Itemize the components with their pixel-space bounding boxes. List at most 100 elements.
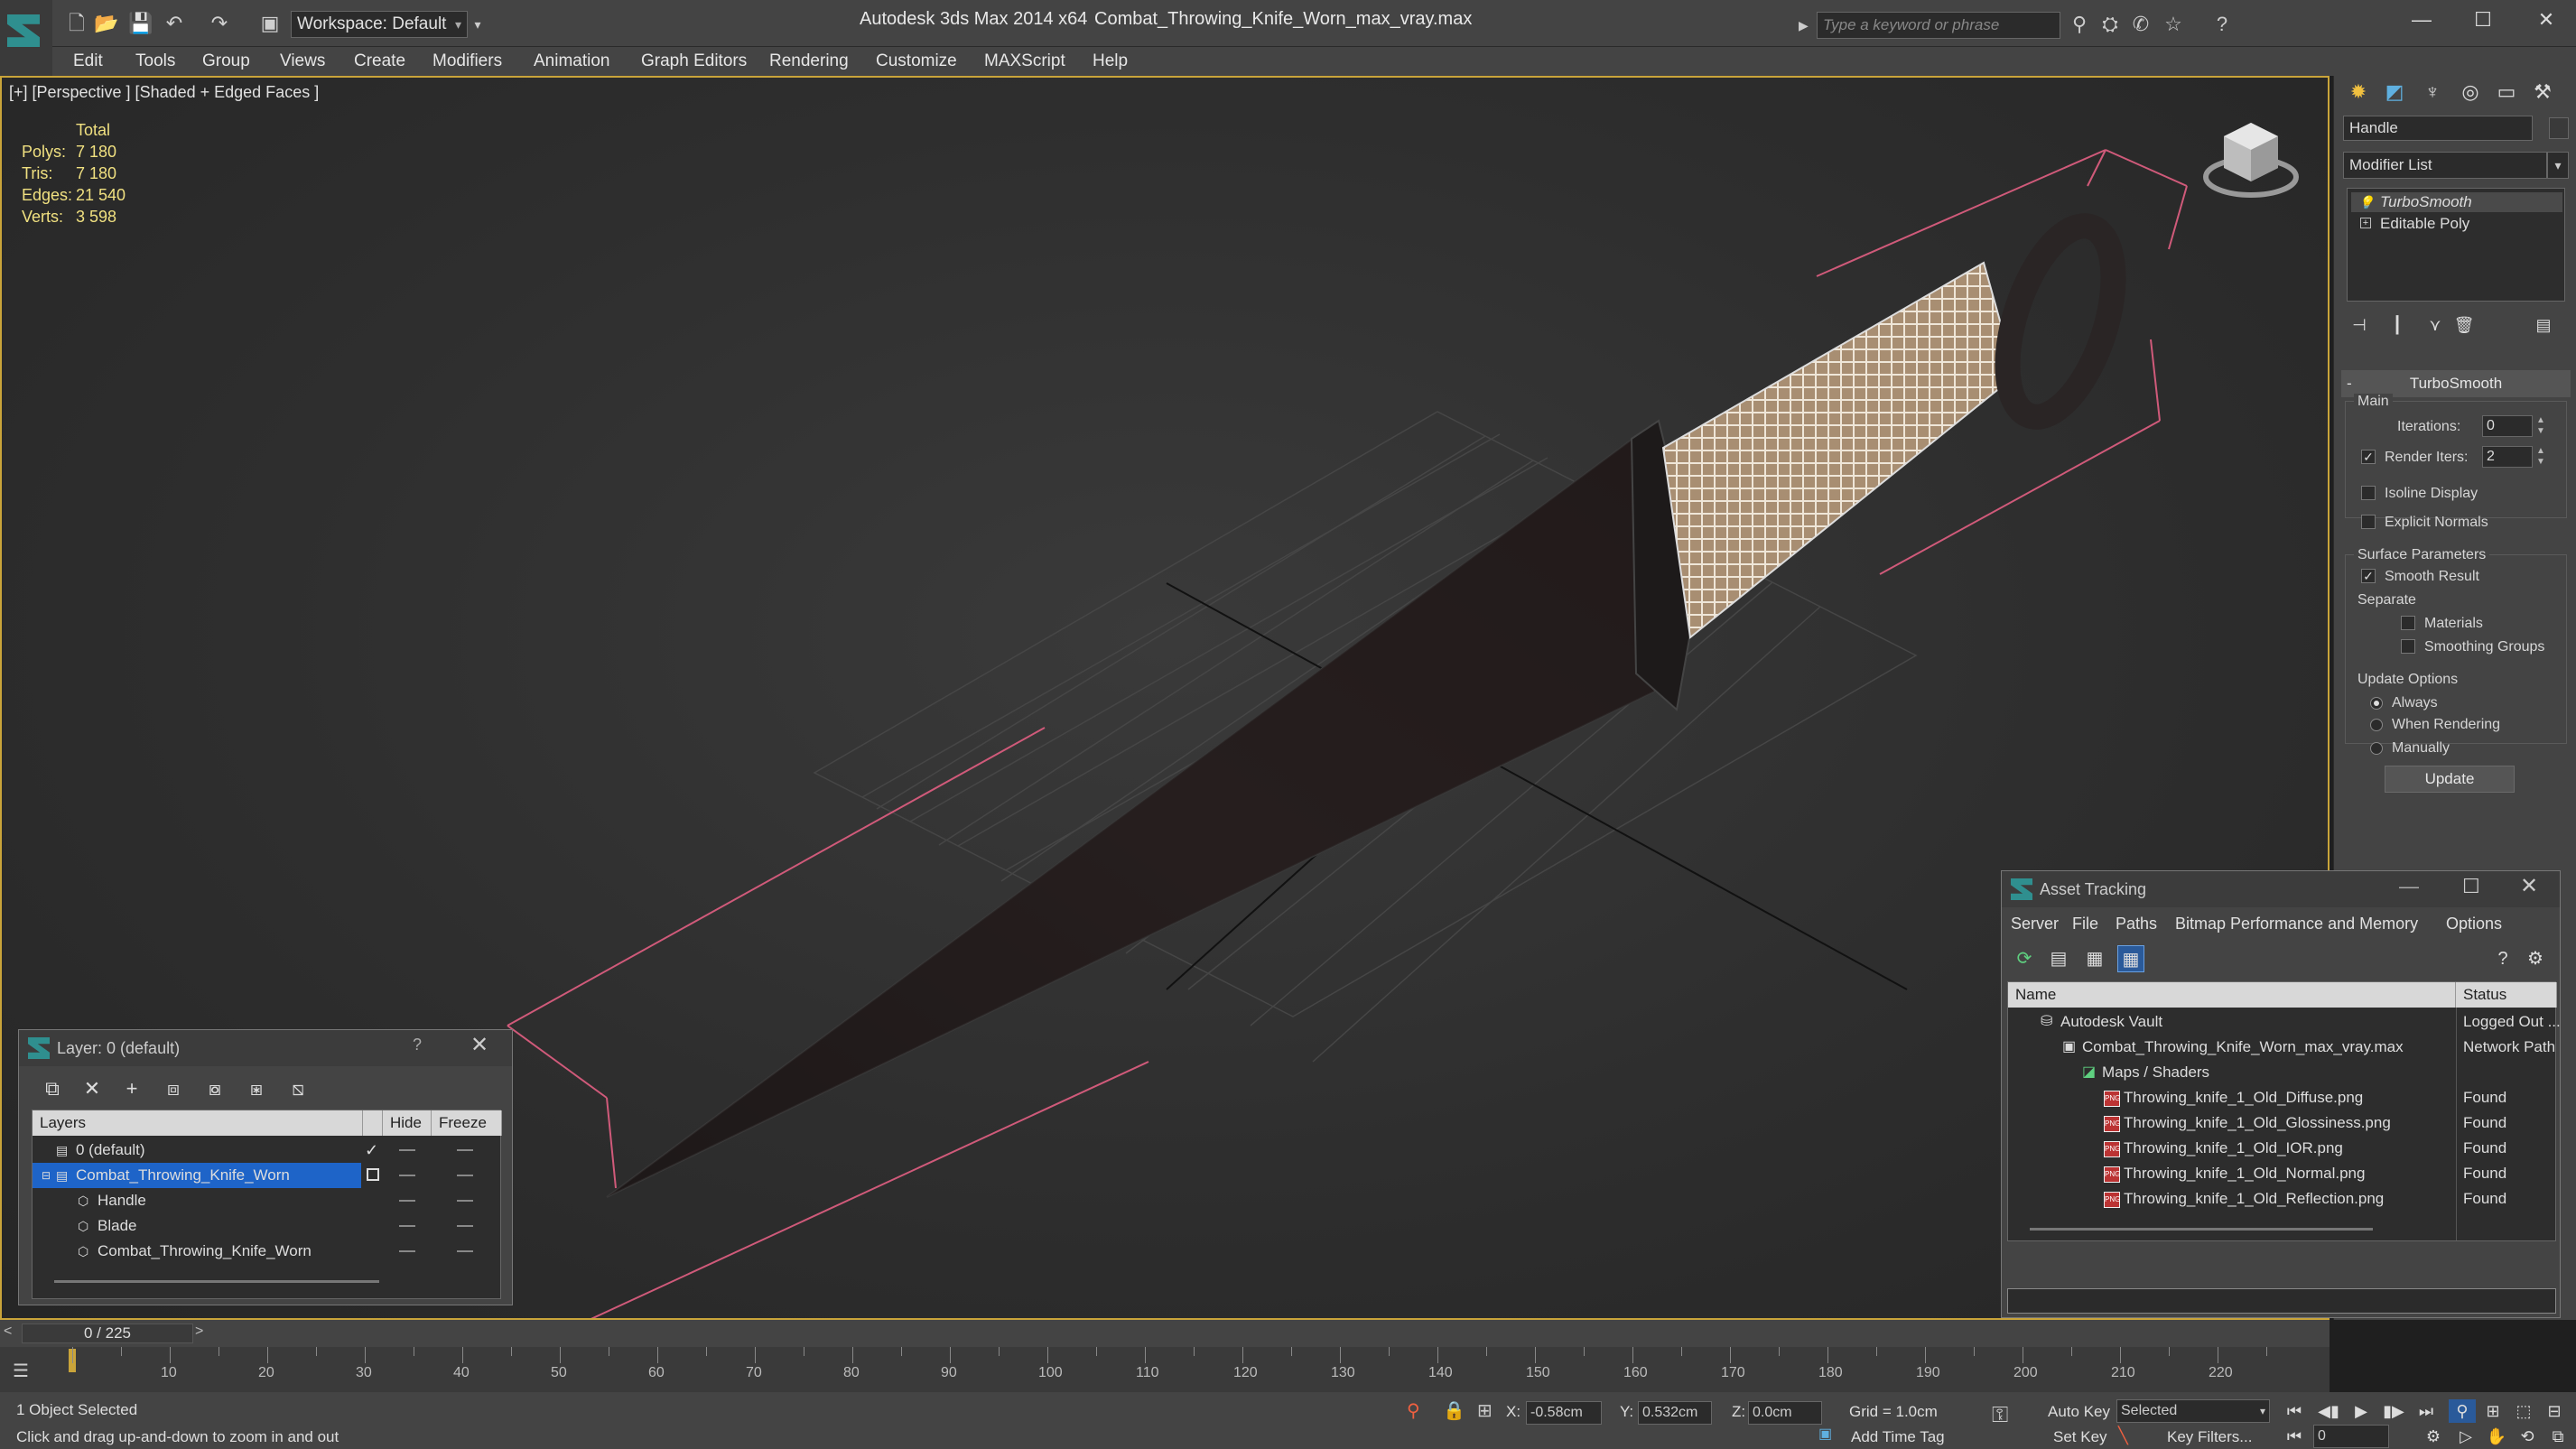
pan-view-icon[interactable]: ✋ — [2483, 1425, 2510, 1448]
zoom-all-icon[interactable]: ⊞ — [2479, 1399, 2506, 1423]
asset-row[interactable]: PNG Throwing_knife_1_Old_Reflection.png … — [2008, 1186, 2557, 1212]
hide-toggle[interactable] — [399, 1200, 415, 1202]
col-name[interactable]: Name — [2008, 982, 2456, 1008]
search-input[interactable]: Type a keyword or phrase — [1817, 12, 2060, 39]
asset-row[interactable]: PNG Throwing_knife_1_Old_Glossiness.png … — [2008, 1110, 2557, 1136]
configure-sets-icon[interactable]: ▤ — [2531, 312, 2556, 338]
menu-rendering[interactable]: Rendering — [769, 47, 849, 76]
current-frame-field[interactable]: 0 — [2313, 1425, 2389, 1448]
explicit-normals-checkbox[interactable] — [2361, 515, 2376, 529]
freeze-toggle[interactable] — [457, 1225, 473, 1227]
hide-all-icon[interactable]: ⧆ — [243, 1075, 270, 1102]
refresh-icon[interactable]: ⟳ — [2011, 945, 2038, 972]
track-bar[interactable]: ☰ 10 20 30 40 50 60 70 80 90 100 110 120 130 140 150 16… — [0, 1347, 2330, 1392]
spinner-arrows-icon[interactable]: ▲ ▼ — [2534, 415, 2547, 437]
close-icon[interactable]: ✕ — [470, 1032, 488, 1058]
search-expand-icon[interactable]: ▶ — [1799, 13, 1815, 38]
asset-row[interactable]: ⛁ Autodesk Vault Logged Out ... — [2008, 1009, 2561, 1035]
freeze-toggle[interactable] — [457, 1250, 473, 1252]
menu-edit[interactable]: Edit — [73, 47, 103, 76]
lightbulb-icon[interactable]: 💡 — [2358, 192, 2374, 212]
delete-layer-icon[interactable]: ✕ — [79, 1075, 106, 1102]
zoom-extents-all-icon[interactable]: ⊟ — [2541, 1399, 2568, 1423]
spinner-arrows-icon[interactable]: ▲ ▼ — [2534, 446, 2547, 468]
set-current-box[interactable] — [367, 1168, 379, 1181]
freeze-toggle[interactable] — [457, 1175, 473, 1176]
binoculars-icon[interactable]: ⚲ — [2066, 11, 2093, 38]
show-end-result-icon[interactable]: ┃ — [2385, 312, 2410, 338]
menu-group[interactable]: Group — [202, 47, 250, 76]
render-iters-spinner[interactable]: 2 — [2482, 446, 2533, 468]
isoline-display-checkbox[interactable] — [2361, 486, 2376, 500]
vault-settings-icon[interactable]: ⚙ — [2522, 945, 2549, 972]
z-coordinate-field[interactable]: 0.0cm — [1748, 1401, 1822, 1425]
orbit-icon[interactable]: ⟲ — [2514, 1425, 2541, 1448]
pin-stack-icon[interactable]: ⊣ — [2347, 312, 2372, 338]
layer-row[interactable]: ⊟ ▤ Combat_Throwing_Knife_Worn — [33, 1163, 502, 1188]
horizontal-scrollbar[interactable] — [54, 1280, 379, 1283]
layer-dialog-title[interactable]: Layer: 0 (default) — [19, 1030, 512, 1066]
layer-row[interactable]: ▤ 0 (default) ✓ — [33, 1138, 502, 1163]
layer-row[interactable]: ⬡ Handle — [33, 1188, 502, 1213]
update-button[interactable]: Update — [2385, 766, 2515, 793]
go-to-end-icon[interactable]: ⏭ — [2413, 1399, 2440, 1423]
col-freeze[interactable]: Freeze — [432, 1110, 502, 1136]
menu-bitmap-performance[interactable]: Bitmap Performance and Memory — [2175, 915, 2418, 933]
help-button[interactable]: ? — [413, 1036, 422, 1054]
hierarchy-tab-icon[interactable]: ♆ — [2415, 76, 2450, 108]
maximize-button[interactable]: ☐ — [2462, 875, 2480, 898]
iterations-spinner[interactable]: 0 — [2482, 415, 2533, 437]
hide-toggle[interactable] — [399, 1175, 415, 1176]
horizontal-scrollbar[interactable] — [2030, 1228, 2373, 1231]
selection-lock-icon[interactable]: 🔒 — [1443, 1399, 1465, 1422]
save-file-icon[interactable]: 💾 — [128, 13, 153, 34]
make-unique-icon[interactable]: ⋎ — [2423, 312, 2448, 338]
collapse-icon[interactable]: ⊟ — [42, 1163, 51, 1188]
app-menu-button[interactable] — [0, 0, 52, 81]
zoom-extents-icon[interactable]: ⬚ — [2510, 1399, 2537, 1423]
menu-customize[interactable]: Customize — [876, 47, 957, 76]
menu-paths[interactable]: Paths — [2116, 915, 2157, 933]
menu-options[interactable]: Options — [2446, 915, 2502, 933]
col-status[interactable]: Status — [2456, 982, 2557, 1008]
set-key-mode-icon[interactable]: ⚿ — [1992, 1403, 2008, 1428]
asset-row[interactable]: ▣ Combat_Throwing_Knife_Worn_max_vray.ma… — [2008, 1035, 2557, 1060]
x-coordinate-field[interactable]: -0.58cm — [1526, 1401, 1602, 1425]
hide-toggle[interactable] — [399, 1225, 415, 1227]
next-frame-icon[interactable]: > — [195, 1324, 203, 1340]
time-slider-thumb[interactable]: 0 / 225 — [22, 1324, 193, 1343]
object-name-field[interactable]: Handle — [2343, 116, 2533, 141]
close-icon[interactable]: ✕ — [2520, 873, 2538, 899]
menu-animation[interactable]: Animation — [534, 47, 610, 76]
key-mode-toggle-icon[interactable]: ⏮ — [2281, 1425, 2308, 1448]
materials-checkbox[interactable] — [2401, 616, 2415, 630]
modifier-list-dropdown[interactable]: Modifier List — [2343, 152, 2547, 179]
menu-server[interactable]: Server — [2011, 915, 2059, 933]
chevron-down-icon[interactable]: ▾ — [2547, 152, 2569, 179]
quick-access-more-icon[interactable]: ▾ — [470, 11, 486, 38]
workspace-dropdown[interactable]: Workspace: Default ▾ — [291, 11, 468, 38]
absolute-mode-icon[interactable]: ⊞ — [1477, 1399, 1493, 1422]
redo-icon[interactable]: ↷ — [208, 13, 231, 34]
smooth-result-checkbox[interactable]: ✓ — [2361, 569, 2376, 583]
freeze-toggle[interactable] — [457, 1149, 473, 1151]
col-layers[interactable]: Layers — [33, 1110, 363, 1136]
field-of-view-icon[interactable]: ▷ — [2452, 1425, 2479, 1448]
smoothing-groups-checkbox[interactable] — [2401, 639, 2415, 654]
menu-views[interactable]: Views — [280, 47, 325, 76]
menu-maxscript[interactable]: MAXScript — [984, 47, 1065, 76]
asset-row[interactable]: PNG Throwing_knife_1_Old_Normal.png Foun… — [2008, 1161, 2557, 1186]
add-to-layer-icon[interactable]: + — [118, 1075, 145, 1102]
menu-tools[interactable]: Tools — [135, 47, 175, 76]
table-view-icon[interactable]: ▦ — [2117, 945, 2144, 972]
menu-modifiers[interactable]: Modifiers — [432, 47, 502, 76]
create-tab-icon[interactable]: ✹ — [2341, 76, 2376, 108]
vault-help-icon[interactable]: ? — [2489, 945, 2516, 972]
menu-file[interactable]: File — [2072, 915, 2098, 933]
manually-radio[interactable] — [2370, 742, 2383, 755]
highlight-layer-icon[interactable]: ⧇ — [201, 1075, 228, 1102]
subscription-icon[interactable]: ⛭ — [2097, 11, 2124, 38]
set-key-button[interactable]: Set Key — [2053, 1428, 2107, 1446]
add-time-tag[interactable]: Add Time Tag — [1851, 1428, 1945, 1446]
y-coordinate-field[interactable]: 0.532cm — [1638, 1401, 1712, 1425]
